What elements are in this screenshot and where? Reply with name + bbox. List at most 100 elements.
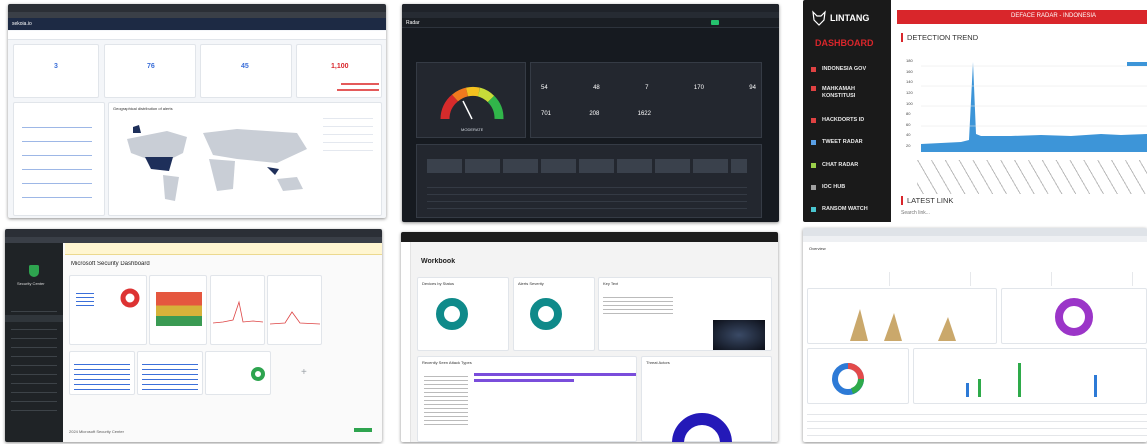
menu-bullet-icon [811,184,816,190]
y-tick: 140 [906,79,913,85]
list-lines [22,121,92,209]
card-key-text: Key Text [598,277,772,351]
stat-value: 94 [749,85,756,91]
logo: LINTANG [811,10,869,26]
y-tick: 160 [906,68,913,74]
menu-label: HACKDORTS ID [822,117,865,123]
bar [1094,375,1097,397]
app-header: sekoia.io [8,18,386,30]
menu-label: RANSOM WATCH [822,206,868,212]
status-pill [354,428,372,432]
widget-severity [69,275,147,345]
sidebar-item-ioc-hub[interactable]: IOC HUB [811,184,845,190]
y-axis: 180 160 140 120 100 80 60 40 20 [906,58,920,148]
metric-card-3: 45 [200,44,292,98]
y-tick: 60 [906,121,911,127]
bar [966,383,969,397]
widget-list-1 [69,351,135,395]
brand: Radar [406,20,420,26]
hbar [474,373,636,376]
search-input[interactable] [901,208,1021,218]
sidebar-item-ransom-watch[interactable]: RANSOM WATCH [811,206,868,212]
gauge-card: MODERATE [416,62,526,138]
text-lines [603,294,673,316]
add-widget-icon[interactable]: + [301,367,307,378]
data-table [807,408,1147,442]
card-title: Devices by Status [422,281,455,286]
sub-nav [8,31,386,40]
card-alerts: Alerts Severity [513,277,595,351]
sidebar-item-tweet-radar[interactable]: TWEET RADAR [811,139,863,145]
thumbnail-image [713,320,765,350]
stacked-bars [156,292,202,326]
page-title: Microsoft Security Dashboard [71,261,150,267]
page-title: Overview [809,246,826,251]
browser-chrome [8,4,386,12]
stat-value: 7 [645,85,649,91]
y-tick: 40 [906,132,911,138]
stat-value: 701 [541,111,552,117]
green-donut [251,367,265,381]
screenshot-tile-security-center: Security Center Microsoft Security Dashb… [5,229,382,442]
menu-bullet-icon [811,139,816,145]
purple-donut [1055,298,1093,336]
card-attack-types: Recently Seen Attack Types [417,356,637,442]
stat-value: 208 [589,111,600,117]
event-chips [427,159,747,173]
metric-card-2: 76 [104,44,196,98]
line-chart [213,300,263,324]
latest-title: LATEST LINK [901,196,953,205]
sidebar-item-indonesia-gov[interactable]: INDONESIA GOV [811,66,866,72]
line-chart [270,311,320,325]
menu-label: MAHKAMAH KONSTITUSI [822,86,856,99]
y-tick: 120 [906,89,913,95]
y-tick: 20 [906,143,911,148]
menu-bullet-icon [811,162,816,168]
widget-stacked-bars [149,275,207,345]
bar [1018,363,1021,397]
area-chart [850,309,956,341]
map-card: Geographical distribution of alerts [108,102,382,216]
metric-value: 45 [241,63,249,70]
banner-text: DEFACE RADAR - INDONESIA [1011,13,1097,19]
metric-card-1: 3 [13,44,99,98]
kpi-row [809,272,1147,286]
stat-value: 1622 [637,111,651,117]
x-axis-dates [917,160,1147,194]
stat-value: 48 [593,85,600,91]
card-threat-actors: Threat Actors [641,356,772,442]
widget-line-2 [267,275,322,345]
status-chip [711,20,719,25]
sidebar-item-hackdorts[interactable]: HACKDORTS ID [811,117,864,123]
alert-bar [337,89,379,91]
shield-icon [29,265,39,277]
screenshot-tile-radar: Radar MODERATE 54 48 7 170 94 701 208 16… [402,4,779,222]
active-nav[interactable] [5,315,63,322]
menu-bullet-icon [811,66,816,72]
screenshot-tile-overview: Overview [803,228,1147,442]
sidebar-item-chat-radar[interactable]: CHAT RADAR [811,162,858,168]
link-list [142,360,198,392]
browser-chrome [5,229,382,237]
card-devices: Devices by Status [417,277,509,351]
browser-tabs [803,236,1147,242]
gauge-label: MODERATE [461,127,484,132]
purple-donut-card [1001,288,1147,344]
screenshot-tile-lintang: LINTANG DASHBOARD INDONESIA GOV MAHKAMAH… [803,0,1147,222]
wolf-logo-icon [812,10,826,26]
metric-value: 3 [54,63,58,70]
metric-value: 1,100 [331,63,349,70]
y-tick: 100 [906,100,913,106]
card-title: Recently Seen Attack Types [422,360,472,365]
sidebar-item-mahkamah[interactable]: MAHKAMAH KONSTITUSI [811,86,872,100]
devices-donut [436,298,468,330]
footer-text: 2024 Microsoft Security Center [69,429,124,434]
severity-donut [120,288,140,308]
menu-label: TWEET RADAR [822,139,863,145]
risk-gauge [440,86,504,120]
logo-text: LINTANG [830,13,870,23]
menu-bullet-icon [811,117,816,123]
alerts-donut [530,298,562,330]
metric-value: 76 [147,63,155,70]
multi-donut-card [807,348,909,404]
